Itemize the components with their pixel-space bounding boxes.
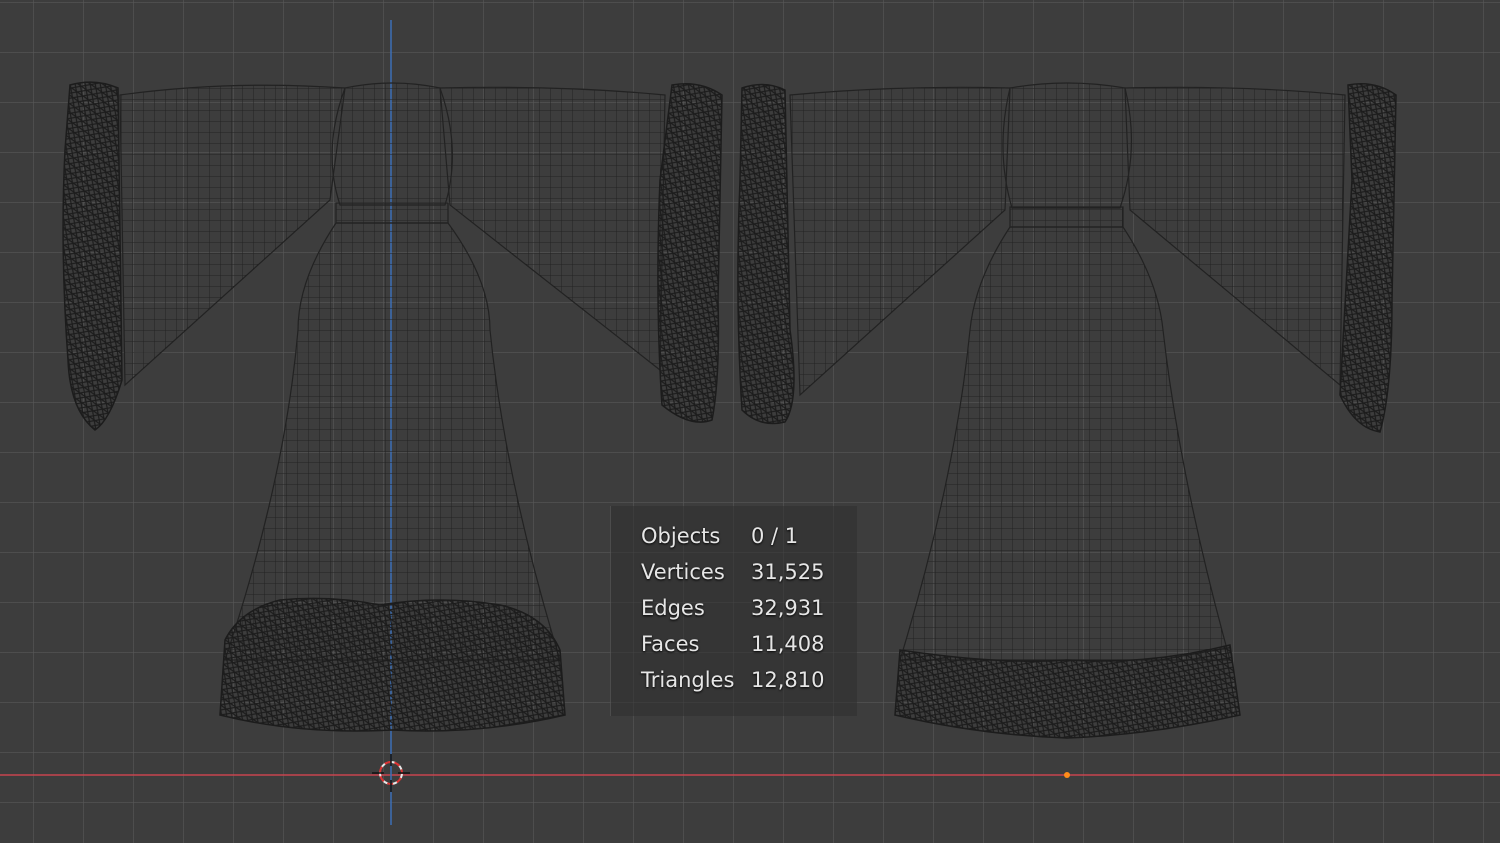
stat-label: Faces: [641, 632, 700, 656]
stat-label: Edges: [641, 596, 705, 620]
fur-cuff-left-front: [62, 81, 123, 431]
stat-label: Vertices: [641, 560, 725, 584]
skirt-back: [899, 226, 1231, 661]
bodice-back: [1002, 82, 1133, 209]
stat-value: 31,525: [751, 560, 825, 584]
fur-cuff-right-back: [1339, 83, 1397, 433]
skirt-front: [224, 222, 561, 661]
object-origin-dot: [1064, 772, 1070, 778]
stat-value: 11,408: [751, 632, 825, 656]
stat-row-objects: Objects 0 / 1: [641, 521, 798, 551]
waistband-front: [335, 202, 449, 224]
statistics-overlay: Objects 0 / 1 Vertices 31,525 Edges 32,931 …: [610, 506, 857, 716]
3d-viewport[interactable]: Objects 0 / 1 Vertices 31,525 Edges 32,931 …: [0, 0, 1500, 843]
stat-row-edges: Edges 32,931: [641, 593, 824, 623]
stat-label: Objects: [641, 524, 721, 548]
stat-value: 0 / 1: [751, 524, 799, 548]
stat-value: 12,810: [751, 668, 825, 692]
stat-row-triangles: Triangles 12,810: [641, 665, 824, 695]
fur-cuff-left-back: [737, 83, 795, 425]
fur-hem-front: [219, 597, 566, 732]
stat-label: Triangles: [641, 668, 735, 692]
viewport-scene[interactable]: [0, 0, 1500, 843]
fur-cuff-right-front: [657, 83, 723, 423]
stat-value: 32,931: [751, 596, 825, 620]
stat-row-faces: Faces 11,408: [641, 629, 824, 659]
waistband-back: [1009, 206, 1124, 228]
bodice-front: [331, 82, 453, 206]
stat-row-vertices: Vertices 31,525: [641, 557, 824, 587]
